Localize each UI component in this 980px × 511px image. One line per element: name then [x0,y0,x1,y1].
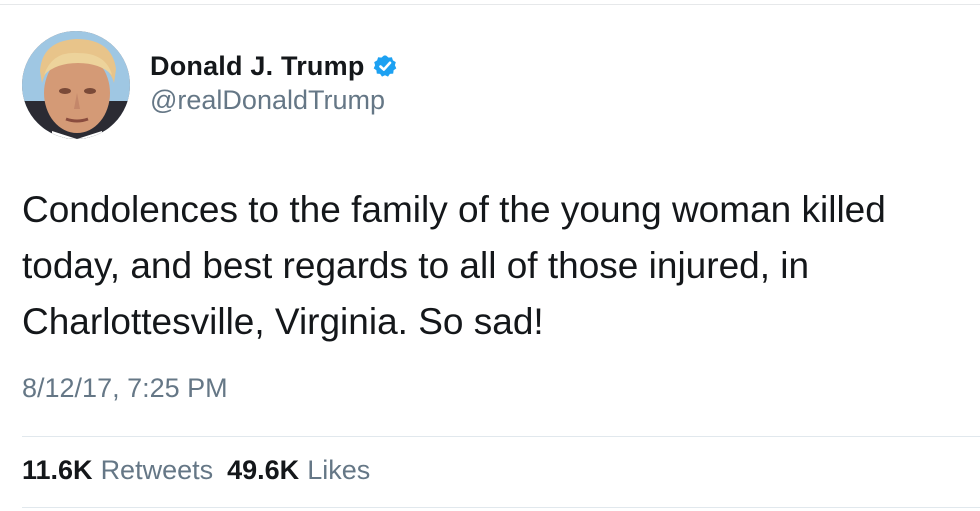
tweet-timestamp[interactable]: 8/12/17, 7:25 PM [22,373,228,404]
author-name-row[interactable]: Donald J. Trump [150,48,397,84]
stats-bottom-divider [22,507,980,508]
likes-stat[interactable]: 49.6K Likes [227,455,370,486]
profile-photo-icon [22,31,130,139]
top-divider [0,4,980,5]
stats-top-divider [22,436,980,437]
retweets-label: Retweets [100,455,214,485]
retweets-stat[interactable]: 11.6K Retweets [22,455,213,486]
tweet-text: Condolences to the family of the young w… [22,189,886,342]
author-display-name[interactable]: Donald J. Trump [150,51,365,82]
tweet-stats: 11.6K Retweets 49.6K Likes [22,455,370,486]
verified-badge-icon [373,54,397,78]
avatar[interactable] [22,31,130,139]
likes-count: 49.6K [227,455,300,485]
retweets-count: 11.6K [22,455,93,485]
author-handle[interactable]: @realDonaldTrump [150,85,385,116]
likes-label: Likes [307,455,371,485]
